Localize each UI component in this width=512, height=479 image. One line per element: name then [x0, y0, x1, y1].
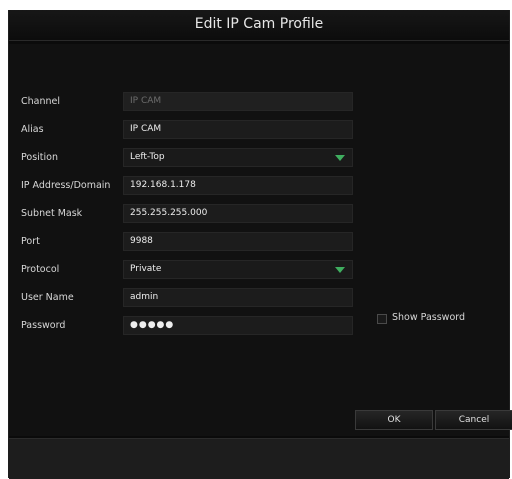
channel-label: Channel [21, 96, 61, 107]
protocol-value: Private [130, 264, 162, 274]
ok-button[interactable]: OK [355, 410, 433, 430]
position-select[interactable]: Left-Top [123, 148, 353, 167]
dialog-title: Edit IP Cam Profile [194, 16, 324, 32]
position-label: Position [21, 152, 58, 163]
dialog-body: Channel IP CAM Alias IP CAM Position Lef… [9, 44, 509, 436]
alias-label: Alias [21, 124, 44, 135]
password-label: Password [21, 320, 66, 331]
port-label: Port [21, 236, 40, 247]
dropdown-arrow-icon[interactable] [335, 267, 345, 273]
protocol-select[interactable]: Private [123, 260, 353, 279]
protocol-label: Protocol [21, 264, 60, 275]
cancel-button[interactable]: Cancel [435, 410, 512, 430]
port-input[interactable]: 9988 [123, 232, 353, 251]
password-input[interactable]: ●●●●● [123, 316, 353, 335]
bottom-bar [9, 438, 509, 479]
position-value: Left-Top [130, 152, 165, 162]
dropdown-arrow-icon[interactable] [335, 155, 345, 161]
ip-address-label: IP Address/Domain [21, 180, 111, 191]
user-name-label: User Name [21, 292, 74, 303]
edit-ip-cam-dialog: Edit IP Cam Profile Channel IP CAM Alias… [8, 10, 512, 479]
channel-field: IP CAM [123, 92, 353, 111]
show-password-label[interactable]: Show Password [392, 312, 465, 323]
ip-address-input[interactable]: 192.168.1.178 [123, 176, 353, 195]
alias-input[interactable]: IP CAM [123, 120, 353, 139]
show-password-checkbox[interactable] [377, 314, 387, 324]
subnet-mask-input[interactable]: 255.255.255.000 [123, 204, 353, 223]
user-name-input[interactable]: admin [123, 288, 353, 307]
title-bar: Edit IP Cam Profile [9, 10, 509, 41]
subnet-mask-label: Subnet Mask [21, 208, 83, 219]
